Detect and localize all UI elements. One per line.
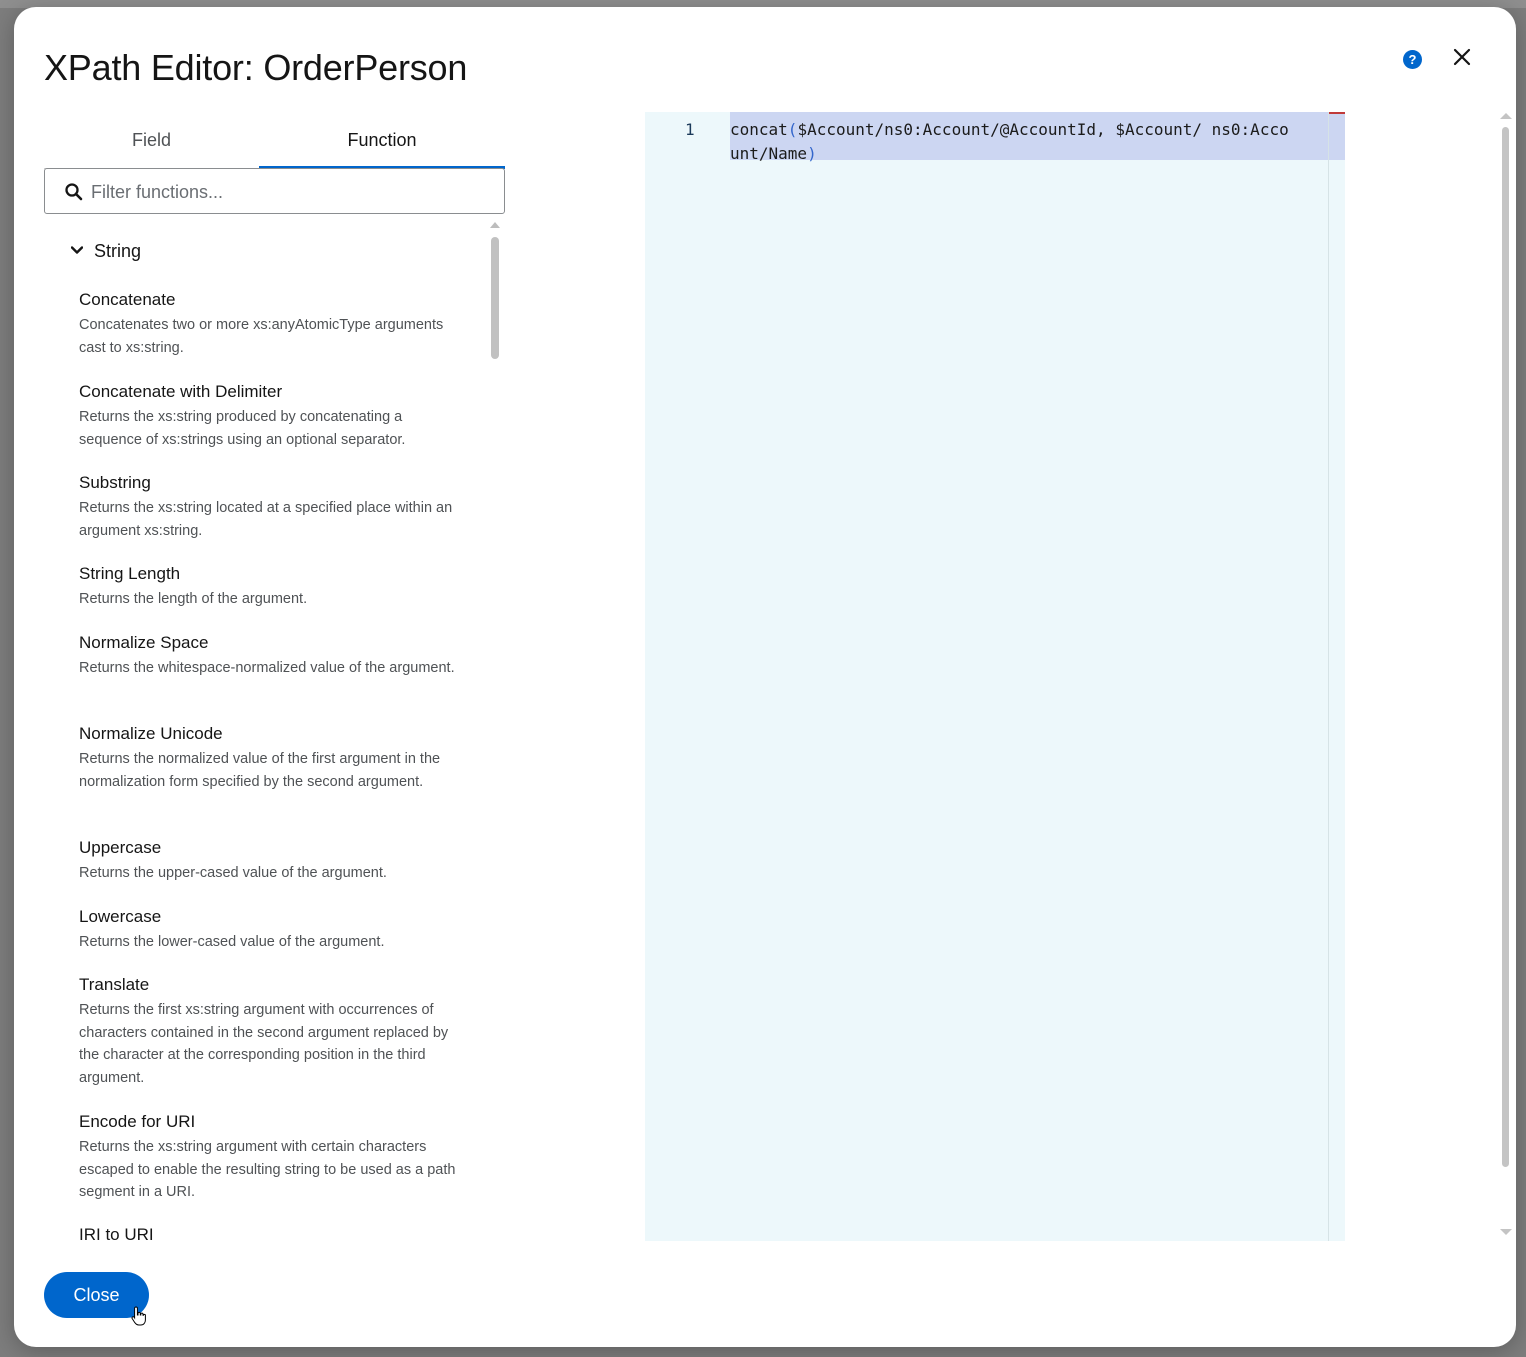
function-description: Returns the xs:string argument with cert…: [79, 1139, 456, 1200]
close-icon[interactable]: [1450, 45, 1474, 69]
function-description: Returns the first xs:string argument wit…: [79, 1002, 449, 1086]
function-name: Normalize Space: [79, 633, 209, 652]
dialog-scroll-down-arrow[interactable]: [1500, 1229, 1512, 1235]
chevron-down-icon: [71, 246, 83, 254]
function-item-normalize-unicode[interactable]: Normalize Unicode Returns the normalized…: [79, 723, 459, 793]
search-icon: [65, 183, 83, 201]
function-name: IRI to URI: [79, 1225, 154, 1241]
list-scroll-up-arrow[interactable]: [490, 222, 500, 228]
function-name: Uppercase: [79, 838, 162, 857]
function-description: Returns the lower-cased value of the arg…: [79, 934, 385, 950]
editor-gutter: 1: [645, 112, 715, 1241]
function-name: Normalize Unicode: [79, 724, 223, 743]
function-item-uppercase[interactable]: Uppercase Returns the upper-cased value …: [79, 837, 459, 885]
function-name: Substring: [79, 473, 151, 492]
function-item-lowercase[interactable]: Lowercase Returns the lower-cased value …: [79, 906, 459, 954]
function-description: Returns the length of the argument.: [79, 591, 308, 607]
xpath-editor-modal: XPath Editor: OrderPerson ? Field Functi…: [14, 7, 1516, 1347]
tab-bar: Field Function: [44, 113, 505, 169]
error-marker: [1329, 112, 1345, 114]
function-description: Concatenates two or more xs:anyAtomicTyp…: [79, 317, 444, 356]
function-item-translate[interactable]: Translate Returns the first xs:string ar…: [79, 974, 459, 1089]
function-name: Encode for URI: [79, 1112, 196, 1131]
help-circle-icon[interactable]: ?: [1403, 50, 1422, 69]
function-item-concatenate[interactable]: Concatenate Concatenates two or more xs:…: [79, 289, 459, 359]
function-item-normalize-space[interactable]: Normalize Space Returns the whitespace-n…: [79, 632, 459, 680]
function-item-string-length[interactable]: String Length Returns the length of the …: [79, 563, 459, 611]
function-item-concatenate-with-delimiter[interactable]: Concatenate with Delimiter Returns the x…: [79, 381, 459, 451]
function-description: Returns the xs:string located at a speci…: [79, 500, 453, 539]
function-name: Translate: [79, 975, 150, 994]
group-label: String: [94, 241, 142, 261]
xpath-code-editor[interactable]: 1 concat($Account/ns0:Account/@AccountId…: [645, 112, 1345, 1241]
function-name: Concatenate with Delimiter: [79, 382, 283, 401]
function-list[interactable]: String Concatenate Concatenates two or m…: [44, 221, 505, 1241]
function-item-substring[interactable]: Substring Returns the xs:string located …: [79, 472, 459, 542]
function-item-iri-to-uri[interactable]: IRI to URI: [79, 1224, 459, 1241]
tab-field[interactable]: Field: [44, 113, 259, 169]
function-name: Concatenate: [79, 290, 176, 309]
function-description: Returns the whitespace-normalized value …: [79, 660, 455, 676]
group-header-string[interactable]: String: [44, 237, 484, 267]
dialog-scrollbar-thumb[interactable]: [1502, 127, 1509, 1167]
xpath-expression[interactable]: concat($Account/ns0:Account/@AccountId, …: [730, 118, 1290, 166]
function-item-encode-for-uri[interactable]: Encode for URI Returns the xs:string arg…: [79, 1111, 459, 1204]
function-name: String Length: [79, 564, 181, 583]
code-open-paren: (: [787, 120, 798, 139]
function-description: Returns the xs:string produced by concat…: [79, 409, 406, 448]
code-function: concat: [730, 120, 788, 139]
print-margin: [1328, 112, 1329, 1241]
filter-functions-search: [44, 168, 505, 214]
hand-pointer-icon: [131, 1306, 146, 1326]
code-close-paren: ): [807, 144, 817, 163]
line-number: 1: [685, 120, 695, 139]
filter-functions-input[interactable]: [91, 177, 491, 207]
function-description: Returns the normalized value of the firs…: [79, 751, 441, 790]
dialog-scroll-up-arrow[interactable]: [1500, 113, 1512, 119]
tab-function[interactable]: Function: [259, 113, 505, 169]
function-name: Lowercase: [79, 907, 162, 926]
function-description: Returns the upper-cased value of the arg…: [79, 865, 387, 881]
modal-title: XPath Editor: OrderPerson: [44, 47, 468, 88]
list-scrollbar-thumb[interactable]: [491, 237, 499, 359]
